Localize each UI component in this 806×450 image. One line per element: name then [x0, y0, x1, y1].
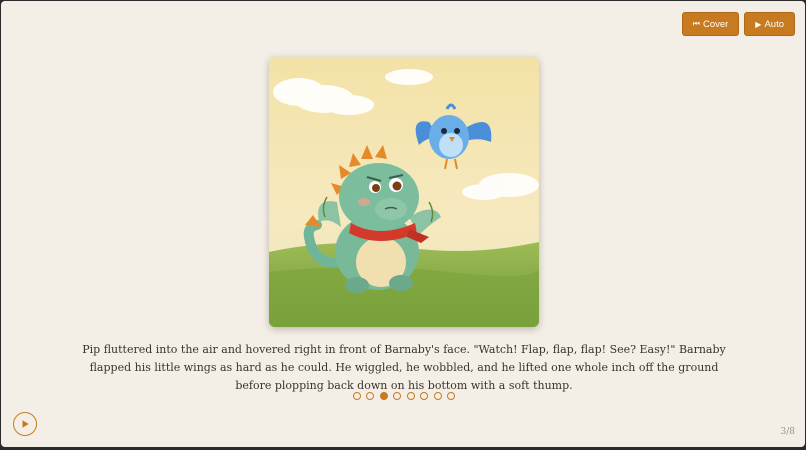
play-icon [22, 420, 29, 428]
auto-button[interactable]: ▶ Auto [744, 12, 795, 36]
cover-button-label: Cover [702, 18, 729, 30]
page-illustration [269, 57, 539, 327]
page-dot[interactable] [447, 392, 456, 400]
auto-button-label: Auto [764, 18, 784, 30]
story-text: Pip fluttered into the air and hovered r… [82, 343, 726, 392]
page-dot[interactable] [366, 392, 375, 400]
storybook-frame: ⏮ Cover ▶ Auto Pip fluttered into the ai… [1, 1, 805, 447]
cover-button[interactable]: ⏮ Cover [681, 12, 740, 36]
page-dot[interactable] [379, 392, 388, 400]
page-indicator [1, 392, 805, 400]
page-dot[interactable] [352, 392, 361, 400]
top-toolbar: ⏮ Cover ▶ Auto [681, 12, 795, 36]
skip-to-start-icon: ⏮ [692, 19, 700, 28]
play-icon: ▶ [755, 19, 762, 29]
page-dot[interactable] [433, 392, 442, 400]
page-dot[interactable] [406, 392, 415, 400]
page-counter: 3/8 [780, 427, 795, 437]
page-dot[interactable] [420, 392, 429, 400]
play-audio-button[interactable] [13, 412, 37, 436]
page-dot[interactable] [393, 392, 402, 400]
